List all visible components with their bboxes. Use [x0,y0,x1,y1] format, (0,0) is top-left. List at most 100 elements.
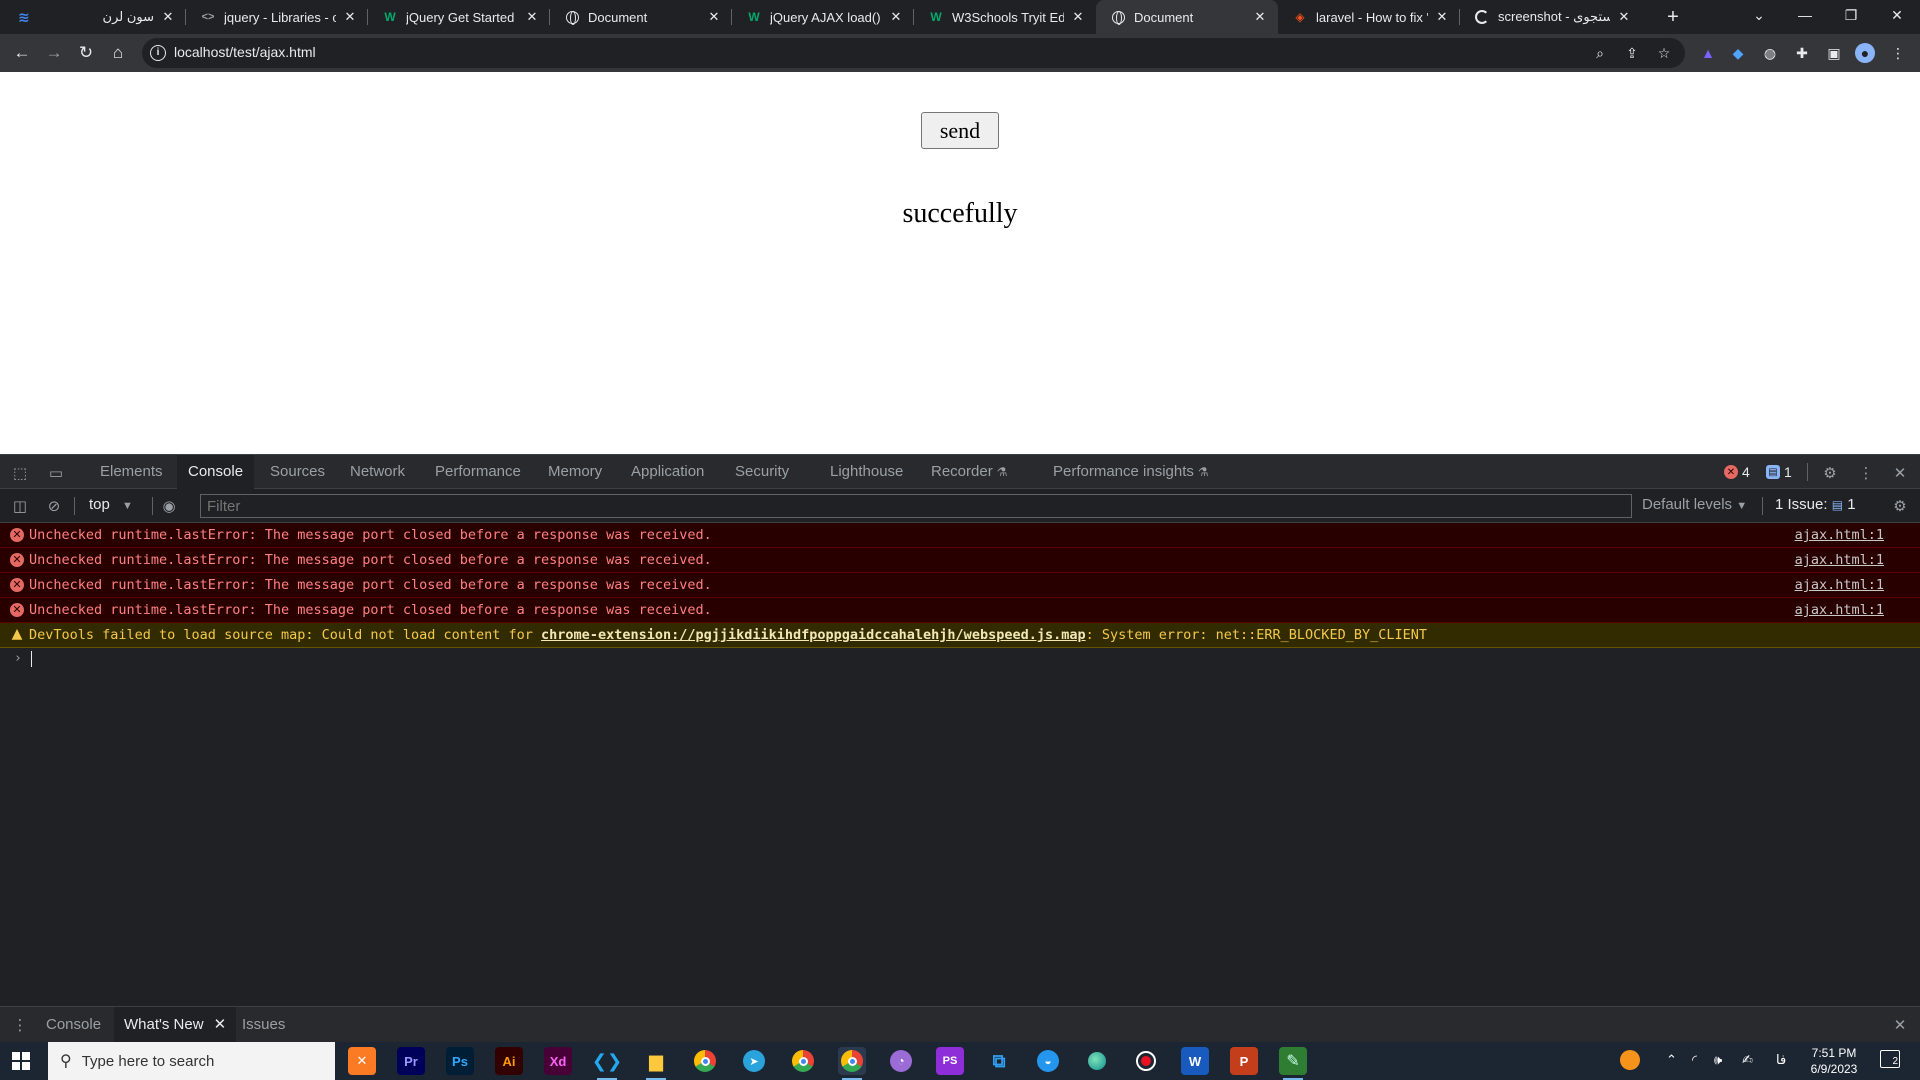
illustrator-icon[interactable]: Ai [495,1047,523,1075]
xampp-icon[interactable]: ✕ [348,1047,376,1075]
live-expression-eye-icon[interactable]: ◉ [158,496,180,516]
chrome-profile-icon[interactable] [789,1047,817,1075]
tab-list-chevron-icon[interactable]: ⌄ [1736,0,1782,30]
address-url[interactable]: localhost/test/ajax.html [174,44,316,60]
zoom-icon[interactable]: ⌕ [1590,43,1610,63]
tray-expand-chevron-icon[interactable]: ⌃ [1666,1052,1677,1068]
edge-icon[interactable] [1083,1047,1111,1075]
extension-cookie-icon[interactable]: ◍ [1760,43,1780,63]
extensions-puzzle-icon[interactable]: ✚ [1792,43,1812,63]
close-icon[interactable]: ✕ [1252,9,1268,25]
network-icon[interactable]: ◜ [1692,1052,1697,1068]
tab-console[interactable]: Console [177,455,255,489]
console-prompt[interactable]: › [0,648,1920,672]
screen-recorder-icon[interactable] [1132,1047,1160,1075]
tab-performance[interactable]: Performance [435,455,521,489]
source-map-link[interactable]: chrome-extension://pgjjikdiikihdfpoppgai… [541,627,1086,643]
console-filter-input[interactable] [200,494,1632,518]
inspect-element-icon[interactable]: ⬚ [10,463,30,483]
drawer-menu-icon[interactable]: ⋮ [10,1015,30,1035]
powerpoint-icon[interactable]: P [1230,1047,1258,1075]
site-info-icon[interactable]: i [150,45,166,61]
profile-avatar[interactable]: ● [1855,43,1875,63]
tab-elements[interactable]: Elements [100,455,163,489]
close-icon[interactable]: ✕ [1616,9,1632,25]
info-count-badge[interactable]: ▤ 1 [1766,463,1792,481]
sidebar-toggle-icon[interactable]: ◫ [10,496,30,516]
tab-tryit-editor[interactable]: W W3Schools Tryit Editor ✕ [914,0,1096,34]
tab-cdnjs[interactable]: <> jquery - Libraries - cdnjs ✕ [186,0,368,34]
taskbar-clock[interactable]: 7:51 PM 6/9/2023 [1794,1045,1874,1077]
source-link[interactable]: ajax.html:1 [1795,573,1884,597]
xd-icon[interactable]: Xd [544,1047,572,1075]
devtools-close-icon[interactable]: ✕ [1890,463,1910,483]
chrome-active-icon[interactable] [838,1047,866,1080]
device-toolbar-icon[interactable]: ▭ [46,463,66,483]
windows-start-icon[interactable] [12,1052,30,1070]
browser-menu-icon[interactable]: ⋮ [1888,43,1908,63]
settings-gear-icon[interactable]: ⚙ [1820,463,1840,483]
notification-center-icon[interactable]: 2 [1880,1050,1900,1068]
word-icon[interactable]: W [1181,1047,1209,1075]
devtools-menu-icon[interactable]: ⋮ [1856,463,1876,483]
close-icon[interactable]: ✕ [1070,9,1086,25]
console-settings-gear-icon[interactable]: ⚙ [1890,496,1910,516]
tab-sources[interactable]: Sources [270,455,325,489]
photoshop-icon[interactable]: Ps [446,1047,474,1075]
chrome-icon[interactable] [691,1047,719,1075]
file-explorer-icon[interactable]: ▆ [642,1047,670,1080]
docker-icon[interactable]: ◒ [1034,1047,1062,1075]
send-button[interactable]: send [921,112,999,149]
volume-icon[interactable]: 🕪 [1714,1052,1722,1068]
close-icon[interactable]: ✕ [160,9,176,25]
extension-diamond-icon[interactable]: ◆ [1728,43,1748,63]
drawer-tab-issues[interactable]: Issues [242,1007,285,1042]
extension-hat-icon[interactable]: ▲ [1698,43,1718,63]
bookmark-star-icon[interactable]: ☆ [1654,43,1674,63]
keyboard-language[interactable]: فا [1776,1052,1786,1068]
source-link[interactable]: ajax.html:1 [1795,523,1884,547]
back-arrow-icon[interactable]: ← [10,41,34,65]
issues-button[interactable]: 1 Issue: ▤ 1 [1775,496,1856,513]
github-desktop-icon[interactable]: ◔ [887,1047,915,1075]
tab-document-1[interactable]: Document ✕ [550,0,732,34]
close-icon[interactable]: ✕ [342,9,358,25]
side-panel-icon[interactable]: ▣ [1824,43,1844,63]
new-tab-button[interactable]: + [1662,6,1684,28]
phpstorm-icon[interactable]: PS [936,1047,964,1075]
log-levels-dropdown[interactable]: Default levels ▼ [1642,496,1747,513]
share-icon[interactable]: ⇪ [1622,43,1642,63]
tab-sevenlearn[interactable]: سون لرن ✕ [44,0,186,34]
close-icon[interactable]: ✕ [1434,9,1450,25]
tab-application[interactable]: Application [631,455,704,489]
taskbar-search[interactable]: ⚲ Type here to search [48,1042,335,1080]
premiere-icon[interactable]: Pr [397,1047,425,1075]
source-link[interactable]: ajax.html:1 [1795,548,1884,572]
close-icon[interactable]: ✕ [214,1016,227,1033]
tab-lighthouse[interactable]: Lighthouse [830,455,903,489]
tab-network[interactable]: Network [350,455,405,489]
pen-icon[interactable]: ✍ [1742,1052,1753,1068]
restore-icon[interactable]: ❐ [1828,0,1874,30]
vscode-icon[interactable]: ❮❯ [592,1047,622,1080]
close-icon[interactable]: ✕ [524,9,540,25]
tab-jquery-ajax-load[interactable]: W jQuery AJAX load() Method ✕ [732,0,914,34]
tray-app-icon[interactable] [1620,1050,1640,1073]
forward-arrow-icon[interactable]: → [42,41,66,65]
context-selector[interactable]: top ▼ [89,496,133,513]
tab-jquery-get-started[interactable]: W jQuery Get Started ✕ [368,0,550,34]
tab-google-search[interactable]: screenshot - جستجوی Google ✕ [1460,0,1642,34]
tab-performance-insights[interactable]: Performance insights ⚗ [1053,455,1209,489]
drawer-close-icon[interactable]: ✕ [1890,1015,1910,1035]
tab-security[interactable]: Security [735,455,789,489]
reload-icon[interactable]: ↻ [74,41,98,65]
window-close-icon[interactable]: ✕ [1874,0,1920,30]
address-bar[interactable]: i localhost/test/ajax.html ⌕ ⇪ ☆ [142,38,1685,68]
tab-memory[interactable]: Memory [548,455,602,489]
drawer-tab-console[interactable]: Console [46,1007,101,1042]
tab-recorder[interactable]: Recorder ⚗ [931,455,1007,489]
close-icon[interactable]: ✕ [706,9,722,25]
virtual-machine-icon[interactable]: ⧉ [985,1047,1013,1075]
source-link[interactable]: ajax.html:1 [1795,598,1884,622]
tab-document-active[interactable]: Document ✕ [1096,0,1278,34]
